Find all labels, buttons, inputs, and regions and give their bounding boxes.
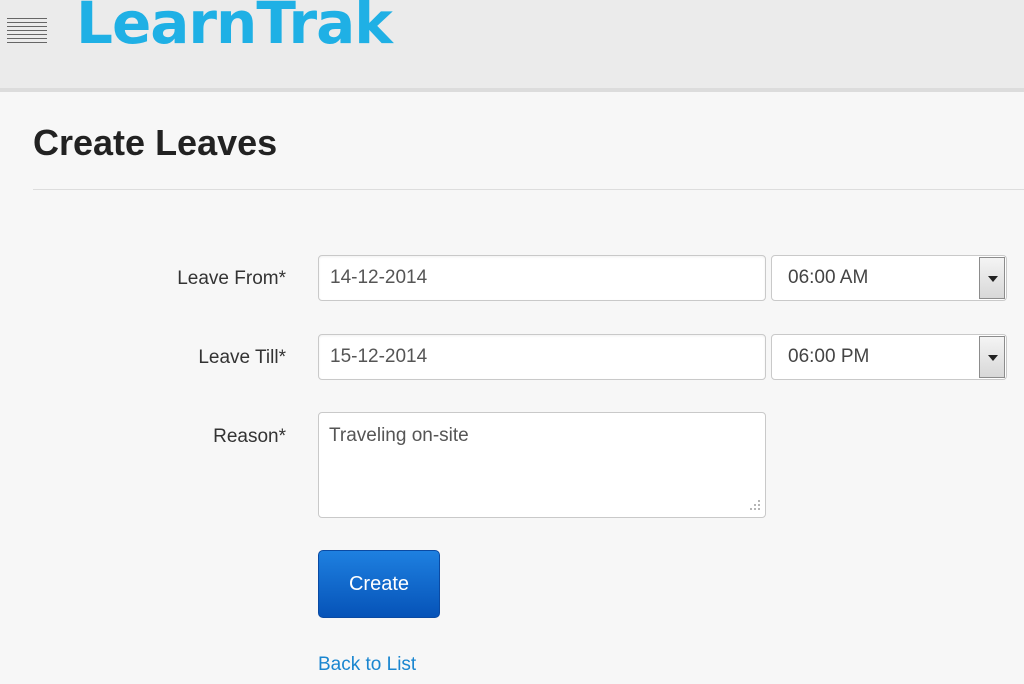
leave-from-time-select[interactable]: 06:00 AM	[771, 255, 1007, 301]
leave-from-label: Leave From*	[177, 268, 286, 289]
leave-till-time-value: 06:00 PM	[788, 346, 870, 367]
back-to-list-link[interactable]: Back to List	[318, 654, 416, 676]
leave-till-label: Leave Till*	[198, 347, 286, 368]
reason-label: Reason*	[213, 426, 286, 447]
resize-grip-icon[interactable]	[746, 498, 762, 514]
create-button[interactable]: Create	[318, 550, 440, 618]
hamburger-menu-icon[interactable]	[7, 16, 47, 44]
leave-till-time-select[interactable]: 06:00 PM	[771, 334, 1007, 380]
reason-textarea[interactable]: Traveling on-site	[318, 412, 766, 518]
reason-text: Traveling on-site	[329, 425, 469, 446]
chevron-down-icon[interactable]	[979, 336, 1005, 378]
chevron-down-icon[interactable]	[979, 257, 1005, 299]
app-logo[interactable]: LearnTrak	[76, 0, 393, 52]
page-title: Create Leaves	[33, 122, 278, 163]
leave-from-time-value: 06:00 AM	[788, 267, 869, 288]
leave-till-date-input[interactable]: 15-12-2014	[318, 334, 766, 380]
title-divider	[33, 189, 1024, 190]
leave-from-date-input[interactable]: 14-12-2014	[318, 255, 766, 301]
top-bar: LearnTrak	[0, 0, 1024, 92]
